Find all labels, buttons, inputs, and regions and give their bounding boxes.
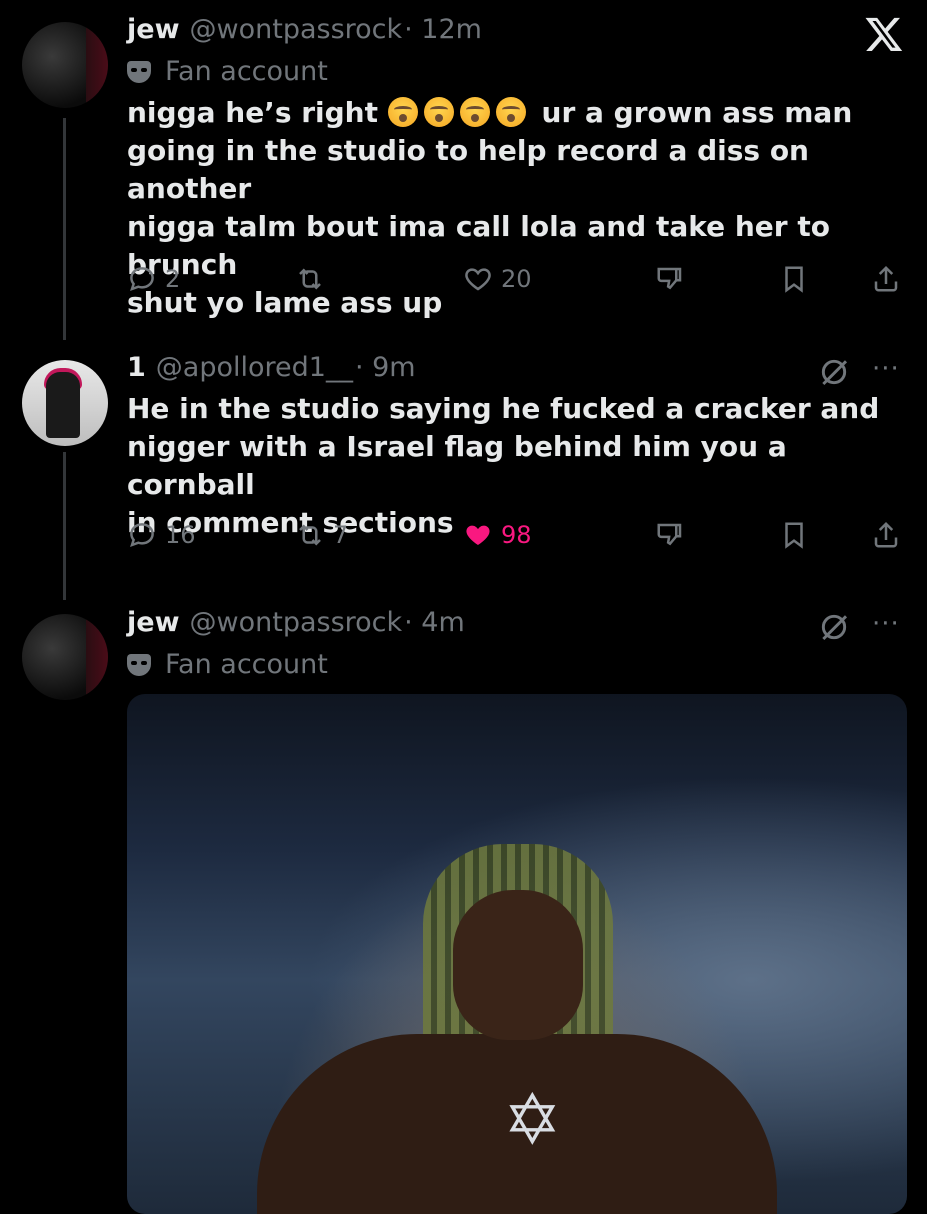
loudly-crying-face-emoji-icon: [423, 97, 454, 127]
avatar[interactable]: [22, 360, 108, 446]
star-of-david-pendant-icon: ✡: [503, 1079, 562, 1161]
label-text: Fan account: [165, 649, 328, 680]
repost-icon: [299, 268, 321, 290]
share-button[interactable]: [871, 264, 901, 294]
repost-icon: [299, 524, 321, 546]
tweet-line: nigga he’s right: [127, 96, 379, 129]
reply-count: 16: [165, 521, 196, 549]
bookmark-icon: [785, 522, 803, 549]
repost-button[interactable]: 7: [295, 520, 348, 550]
timestamp[interactable]: · 9m: [355, 352, 416, 383]
share-button[interactable]: [871, 520, 901, 550]
tweet-line: He in the studio saying he fucked a crac…: [127, 392, 880, 425]
user-handle[interactable]: @wontpassrock: [190, 14, 403, 45]
timestamp[interactable]: · 4m: [404, 607, 465, 638]
tweet-header: jew @wontpassrock · 12m: [127, 14, 482, 45]
theater-mask-icon: [127, 653, 151, 676]
heart-icon: [465, 268, 491, 291]
loudly-crying-face-emoji-icon: [495, 97, 526, 127]
more-options-button[interactable]: ···: [872, 609, 900, 639]
share-icon: [874, 521, 898, 548]
tweet-line: nigger with a Israel flag behind him you…: [127, 430, 787, 501]
label-text: Fan account: [165, 56, 328, 87]
avatar[interactable]: [22, 22, 108, 108]
more-options-button[interactable]: ···: [872, 354, 900, 384]
like-button[interactable]: 20: [463, 264, 532, 294]
like-count: 20: [501, 265, 532, 293]
user-handle[interactable]: @wontpassrock: [190, 607, 403, 638]
display-name[interactable]: jew: [127, 607, 180, 638]
affiliate-label: Fan account: [127, 649, 328, 680]
repost-count: 7: [333, 521, 349, 549]
timestamp[interactable]: · 12m: [404, 14, 482, 45]
bookmark-button[interactable]: [779, 264, 809, 294]
tweet-line: going in the studio to help record a dis…: [127, 134, 809, 205]
theater-mask-icon: [127, 60, 151, 83]
like-button[interactable]: 98: [463, 520, 532, 550]
bookmark-icon: [785, 266, 803, 293]
tweet-actions: 16 7 98: [127, 520, 907, 560]
thread-connector: [63, 118, 66, 340]
reply-button[interactable]: 16: [127, 520, 196, 550]
reply-count: 2: [165, 265, 181, 293]
display-name[interactable]: 1: [127, 352, 146, 383]
heart-filled-icon: [466, 525, 490, 545]
tweet-media-photo[interactable]: ✡: [127, 694, 907, 1214]
avatar[interactable]: [22, 614, 108, 700]
loudly-crying-face-emoji-icon: [459, 97, 490, 127]
thumbs-down-icon: [657, 523, 682, 546]
tweet-header: 1 @apollored1__ · 9m: [127, 352, 416, 383]
like-count: 98: [501, 521, 532, 549]
share-icon: [874, 265, 898, 292]
bookmark-button[interactable]: [779, 520, 809, 550]
grok-icon[interactable]: [818, 611, 850, 643]
affiliate-label: Fan account: [127, 56, 328, 87]
reply-button[interactable]: 2: [127, 264, 180, 294]
reply-icon: [130, 523, 154, 548]
thread-connector: [63, 452, 66, 600]
loudly-crying-face-emoji-icon: [387, 97, 418, 127]
downvote-button[interactable]: [655, 264, 685, 294]
x-logo-icon[interactable]: [862, 14, 906, 54]
tweet-header: jew @wontpassrock · 4m: [127, 607, 465, 638]
grok-icon[interactable]: [818, 356, 850, 388]
repost-button[interactable]: [295, 264, 333, 294]
user-handle[interactable]: @apollored1__: [156, 352, 353, 383]
tweet-line: ur a grown ass man: [541, 96, 853, 129]
tweet-actions: 2 20: [127, 264, 907, 304]
display-name[interactable]: jew: [127, 14, 180, 45]
downvote-button[interactable]: [655, 520, 685, 550]
reply-icon: [130, 267, 154, 292]
thumbs-down-icon: [657, 267, 682, 290]
